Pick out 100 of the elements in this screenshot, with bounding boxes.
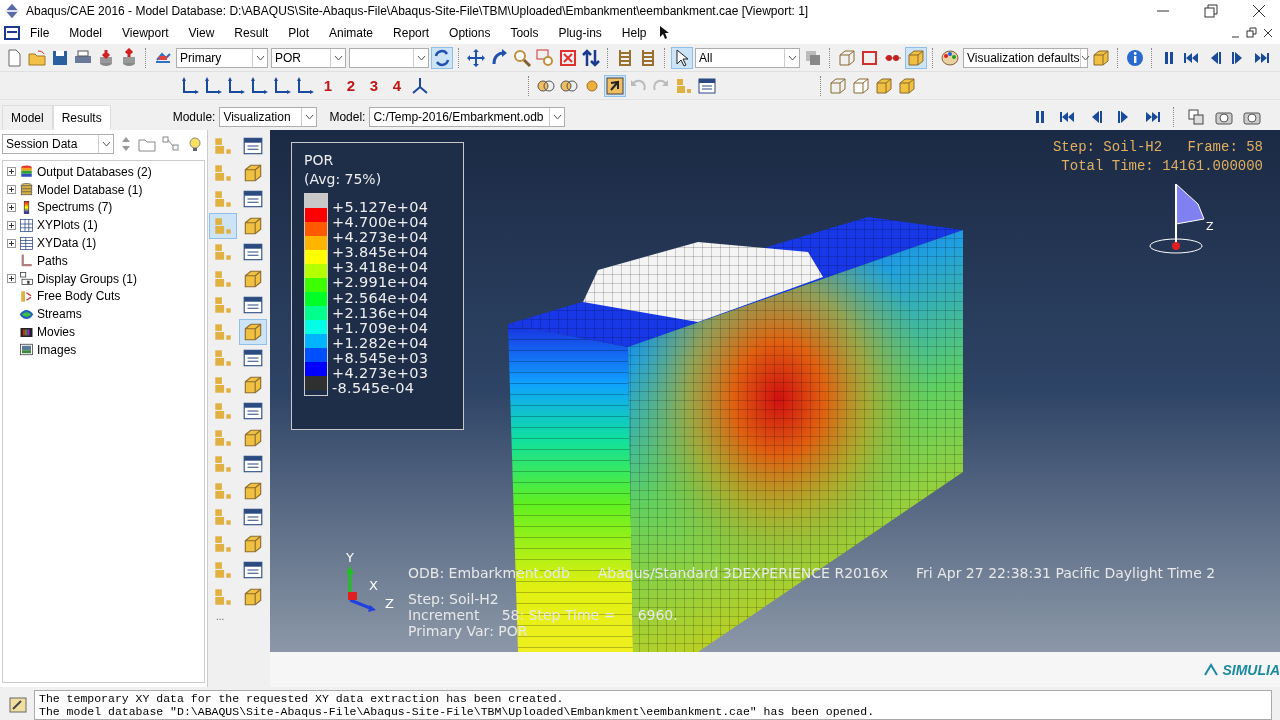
brand-logo-text: SIMULIA [1222,661,1280,678]
folder-icon[interactable] [27,47,47,68]
date-text: Fri Apr 27 22:38:31 Pacific Daylight Time 2 [916,565,1216,581]
legend-value: +3.418e+04 [332,260,429,276]
tree-item[interactable]: Streams [37,307,82,322]
tool-icon [242,400,264,422]
view-number-button[interactable]: 4 [387,77,407,94]
tree-item[interactable]: Output Databases (2) [37,164,152,179]
window-title: Abaqus/CAE 2016 - Model Database: D:\ABAQUS\Site-Abaqus-File\Abaqus-Site-File\TBM\Uploaded\Embankment\eembankment.cae [Viewport: 1] [26,4,810,18]
session-data-dropdown[interactable]: Session Data [2,134,114,154]
model-dropdown[interactable]: C:/Temp-2016/Embarkment.odb [369,107,566,127]
tree-item[interactable]: XYPlots (1) [37,218,98,233]
menu-item[interactable]: File [20,26,60,40]
app-logo-icon [4,3,20,19]
menu-item[interactable]: Options [439,26,501,40]
legend-value: +3.845e+04 [332,245,429,261]
window-menu-icon[interactable] [4,26,20,40]
tree-item[interactable]: Free Body Cuts [37,289,121,304]
display-options-dropdown[interactable]: Visualization defaults [963,47,1088,68]
magnifier-icon[interactable] [512,47,532,68]
tool-icon [212,347,234,369]
tree-item[interactable]: Model Database (1) [37,182,143,197]
tree-item[interactable]: Images [37,342,77,357]
menu-item[interactable]: Viewport [112,26,179,40]
box-zoom-icon[interactable] [535,47,555,68]
up-down-arrows-icon[interactable] [120,135,132,153]
legend-value: +1.709e+04 [332,320,429,336]
module-dropdown[interactable]: Visualization [219,107,318,127]
message-area-icon[interactable] [8,694,28,715]
menu-item[interactable]: Plug-ins [548,26,612,40]
mdb-icon [19,182,34,198]
menu-item[interactable]: Animate [319,26,384,40]
restore-icon[interactable] [1246,27,1258,39]
cube-outline-icon[interactable] [851,75,871,96]
tool-icon [212,135,234,157]
menu-item[interactable]: Report [383,26,440,40]
triad-icon[interactable] [410,75,430,96]
step-text: Step: Soil-H2 [408,591,500,607]
step-dropdown[interactable]: Primary [176,47,268,68]
expand-icon[interactable] [7,167,16,177]
expand-icon[interactable] [7,185,16,195]
close-icon[interactable] [1252,4,1266,18]
info-icon[interactable] [1125,47,1145,68]
legend-value: +4.700e+04 [332,215,429,231]
cube-icon[interactable] [1091,47,1111,68]
legend-value: +1.282e+04 [332,335,429,351]
wire-cube-icon[interactable] [837,47,857,68]
cube-icon[interactable] [874,75,894,96]
tool-icon [212,188,234,210]
expand-icon[interactable] [7,238,16,248]
tool-icon [242,135,264,157]
legend-value: +4.273e+04 [332,230,429,246]
axis-view-icon[interactable] [295,75,315,96]
view-number-button[interactable]: 1 [318,77,338,94]
tree-item[interactable]: Spectrums (7) [37,200,113,215]
tree-item[interactable]: Display Groups (1) [37,271,138,286]
variable-dropdown[interactable]: POR [271,47,346,68]
tree-item[interactable]: Paths [37,253,68,268]
view-number-button[interactable]: 2 [341,77,361,94]
expand-icon[interactable] [7,220,16,230]
menu-item[interactable]: View [178,26,225,40]
axis-view-icon[interactable] [226,75,246,96]
menu-item[interactable]: Tools [500,26,549,40]
arrow-tool-icon[interactable] [605,75,625,96]
expand-icon[interactable] [7,274,16,284]
panel-tab[interactable]: Results [52,105,111,130]
swap-arrows-icon[interactable] [581,47,601,68]
tree-item[interactable]: XYData (1) [37,236,97,251]
tree-item[interactable]: Movies [37,325,75,340]
expand-icon[interactable] [7,203,16,212]
close-icon[interactable] [1262,27,1274,39]
light-bulb-icon[interactable] [186,135,204,153]
restore-icon[interactable] [1204,4,1218,18]
pan-icon[interactable] [466,47,486,68]
fit-icon[interactable] [558,47,578,68]
table-icon[interactable] [697,75,717,96]
pointer-icon[interactable] [672,47,692,68]
axis-view-icon[interactable] [203,75,223,96]
axis-triad-drawing: Y X Z [340,550,400,620]
xyplot-icon [19,217,34,233]
axis-view-icon[interactable] [180,75,200,96]
palette-icon[interactable] [940,47,960,68]
logo-mark-icon [1203,662,1220,677]
axis-view-icon[interactable] [272,75,292,96]
menu-item[interactable]: Model [59,26,113,40]
cube-icon[interactable] [897,75,917,96]
image-icon [19,342,34,358]
cube-icon[interactable] [906,47,926,68]
panel-tab[interactable]: Model [2,105,53,130]
menu-item[interactable]: Result [224,26,279,40]
legend-value: +2.136e+04 [332,305,429,321]
refresh-icon[interactable] [432,47,452,68]
window-copy-icon[interactable] [1186,107,1206,127]
tree-nodes-icon[interactable] [162,136,180,152]
menu-item[interactable]: Help [611,26,657,40]
view-number-button[interactable]: 3 [364,77,384,94]
selection-dropdown[interactable]: All [695,47,800,68]
axis-view-icon[interactable] [249,75,269,96]
wire-cube-icon[interactable] [828,75,848,96]
menu-item[interactable]: Plot [278,26,319,40]
